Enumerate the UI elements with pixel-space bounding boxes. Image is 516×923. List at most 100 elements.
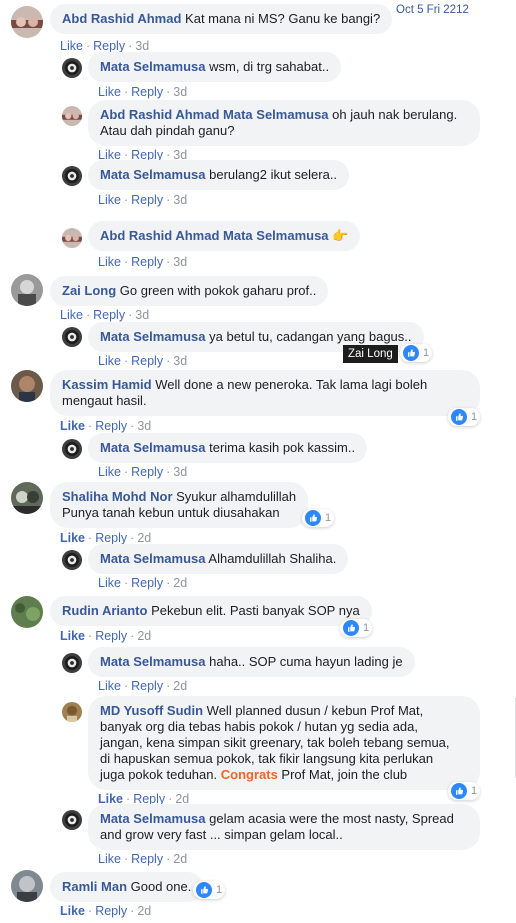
- mention-tag[interactable]: Mata Selmamusa: [223, 107, 329, 122]
- like-link[interactable]: Like: [60, 904, 85, 918]
- comment-actions: Like · Reply · 3d: [98, 255, 188, 269]
- reaction-count[interactable]: 1: [400, 344, 433, 362]
- comment-time[interactable]: 3d: [173, 85, 187, 99]
- avatar[interactable]: [11, 370, 43, 402]
- avatar[interactable]: [62, 58, 82, 78]
- commenter-name[interactable]: Mata Selmamusa: [100, 654, 206, 669]
- reply-link[interactable]: Reply: [131, 85, 163, 99]
- reply-link[interactable]: Reply: [95, 629, 127, 643]
- commenter-name[interactable]: Abd Rashid Ahmad: [100, 228, 219, 243]
- commenter-name[interactable]: Kassim Hamid: [62, 377, 152, 392]
- avatar[interactable]: [62, 106, 82, 126]
- reply-link[interactable]: Reply: [95, 904, 127, 918]
- comment-time[interactable]: 2d: [137, 629, 151, 643]
- comment-time[interactable]: 2d: [137, 531, 151, 545]
- avatar[interactable]: [11, 596, 43, 628]
- like-icon: [305, 510, 321, 526]
- avatar[interactable]: [11, 6, 43, 38]
- reply-link[interactable]: Reply: [131, 255, 163, 269]
- reply-link[interactable]: Reply: [131, 193, 163, 207]
- comment-time[interactable]: 2d: [173, 576, 187, 590]
- avatar[interactable]: [62, 439, 82, 459]
- comment-text: Well done a new peneroka. Tak lama lagi …: [155, 377, 428, 392]
- reaction-count[interactable]: 1: [340, 619, 373, 637]
- comment-text: terima kasih pok kassim..: [209, 440, 356, 455]
- avatar[interactable]: [62, 810, 82, 830]
- comment-actions: Like · Reply · 3d: [98, 85, 188, 99]
- like-link[interactable]: Like: [60, 629, 85, 643]
- reaction-count[interactable]: 1: [193, 881, 226, 899]
- comment-text-line-3: jangan, kena simpan sikit greenary, tak …: [100, 735, 450, 750]
- comment-text-line-6: Prof Mat, join the club: [281, 767, 408, 782]
- avatar[interactable]: [11, 870, 43, 902]
- comment-time[interactable]: 3d: [173, 465, 187, 479]
- like-link[interactable]: Like: [98, 193, 121, 207]
- reaction-count[interactable]: 1: [448, 408, 481, 426]
- mention-tag[interactable]: Mata Selmamusa: [223, 228, 329, 243]
- like-link[interactable]: Like: [98, 679, 121, 693]
- reply-link[interactable]: Reply: [131, 852, 163, 866]
- reaction-count[interactable]: 1: [448, 782, 481, 800]
- pointing-hand-emoji-icon: 👉: [332, 228, 349, 243]
- commenter-name[interactable]: Mata Selmamusa: [100, 59, 206, 74]
- comment-actions: Like · Reply · 2d: [60, 904, 152, 918]
- avatar[interactable]: [11, 274, 43, 306]
- reply-link[interactable]: Reply: [95, 531, 127, 545]
- like-link[interactable]: Like: [98, 465, 121, 479]
- comment-time[interactable]: 3d: [173, 255, 187, 269]
- reply-bubble: Mata Selmamusa Alhamdulillah Shaliha.: [88, 544, 349, 574]
- comment-text: gelam acasia were the most nasty, Spread: [209, 811, 454, 826]
- reply-bubble: Mata Selmamusa berulang2 ikut selera..: [88, 160, 350, 190]
- like-link[interactable]: Like: [60, 39, 83, 53]
- reply-link[interactable]: Reply: [131, 679, 163, 693]
- comment-time[interactable]: 3d: [135, 39, 149, 53]
- avatar[interactable]: [62, 327, 82, 347]
- like-icon: [343, 620, 359, 636]
- reply-link[interactable]: Reply: [131, 465, 163, 479]
- reply-link[interactable]: Reply: [93, 39, 125, 53]
- comment-time[interactable]: 2d: [173, 679, 187, 693]
- commenter-name[interactable]: Abd Rashid Ahmad: [62, 11, 181, 26]
- commenter-name[interactable]: Abd Rashid Ahmad: [100, 107, 219, 122]
- avatar[interactable]: [62, 702, 82, 722]
- like-link[interactable]: Like: [98, 576, 121, 590]
- comment-time[interactable]: 2d: [137, 904, 151, 918]
- commenter-name[interactable]: Ramli Man: [62, 879, 127, 894]
- reaction-count[interactable]: 1: [302, 509, 335, 527]
- avatar[interactable]: [62, 653, 82, 673]
- commenter-name[interactable]: Shaliha Mohd Nor: [62, 489, 173, 504]
- comment-time[interactable]: 3d: [173, 193, 187, 207]
- commenter-name[interactable]: Mata Selmamusa: [100, 440, 206, 455]
- commenter-name[interactable]: Mata Selmamusa: [100, 811, 206, 826]
- comment-bubble: Shaliha Mohd Nor Syukur alhamdulillah Pu…: [50, 482, 309, 528]
- reply-link[interactable]: Reply: [131, 354, 163, 368]
- avatar[interactable]: [62, 228, 82, 248]
- like-link[interactable]: Like: [98, 852, 121, 866]
- avatar[interactable]: [62, 166, 82, 186]
- comment-text-line-2: Punya tanah kebun untuk diusahakan: [62, 505, 280, 520]
- like-link[interactable]: Like: [60, 308, 83, 322]
- comment-time[interactable]: 3d: [173, 354, 187, 368]
- reply-link[interactable]: Reply: [95, 419, 127, 433]
- commenter-name[interactable]: Zai Long: [62, 283, 116, 298]
- comment-time[interactable]: 3d: [135, 308, 149, 322]
- commenter-name[interactable]: Mata Selmamusa: [100, 329, 206, 344]
- comment-text-line-5: juga pokok teduhan.: [100, 767, 218, 782]
- like-link[interactable]: Like: [60, 531, 85, 545]
- comment-bubble: Rudin Arianto Pekebun elit. Pasti banyak…: [50, 596, 372, 626]
- like-link[interactable]: Like: [98, 85, 121, 99]
- avatar[interactable]: [62, 550, 82, 570]
- commenter-name[interactable]: Mata Selmamusa: [100, 551, 206, 566]
- comment-bubble: Ramli Man Good one.: [50, 872, 204, 902]
- avatar[interactable]: [11, 482, 43, 514]
- comment-time[interactable]: 3d: [137, 419, 151, 433]
- commenter-name[interactable]: Rudin Arianto: [62, 603, 147, 618]
- reply-link[interactable]: Reply: [93, 308, 125, 322]
- comment-time[interactable]: 2d: [173, 852, 187, 866]
- commenter-name[interactable]: Mata Selmamusa: [100, 167, 206, 182]
- like-link[interactable]: Like: [98, 255, 121, 269]
- like-link[interactable]: Like: [60, 419, 85, 433]
- commenter-name[interactable]: MD Yusoff Sudin: [100, 703, 203, 718]
- reply-link[interactable]: Reply: [131, 576, 163, 590]
- like-link[interactable]: Like: [98, 354, 121, 368]
